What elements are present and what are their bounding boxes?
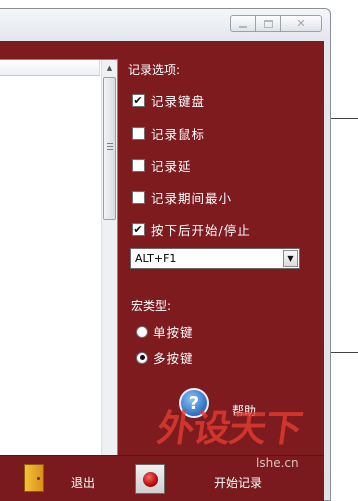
radio-label: 单按键 — [153, 325, 194, 340]
checkbox-box[interactable] — [132, 191, 145, 204]
minimize-icon — [239, 25, 247, 28]
vertical-scrollbar[interactable]: ▲ ▼ — [101, 60, 117, 491]
radio-single-key[interactable]: 单按键 — [136, 322, 194, 341]
checkbox-record-keyboard[interactable]: ✔ 记录键盘 — [132, 91, 205, 110]
radio-label: 多按键 — [153, 351, 194, 366]
close-icon: ✕ — [296, 17, 306, 30]
watermark-url: lshe.cn — [256, 456, 299, 470]
checkbox-label: 按下后开始/停止 — [151, 223, 251, 238]
checkbox-label: 记录延 — [151, 159, 192, 174]
checkbox-record-delay[interactable]: 记录延 — [132, 156, 192, 175]
maximize-button[interactable] — [255, 15, 281, 32]
checkbox-label: 记录鼠标 — [151, 127, 206, 142]
checkbox-press-start-stop[interactable]: ✔ 按下后开始/停止 — [132, 220, 251, 239]
divider-line — [330, 352, 358, 353]
caption-buttons: ✕ — [230, 15, 322, 32]
checkbox-minimize-during-record[interactable]: 记录期间最小 — [132, 188, 232, 207]
arrow-up-icon: ▲ — [106, 64, 113, 72]
checkbox-label: 记录键盘 — [151, 94, 206, 109]
hotkey-value: ALT+F1 — [135, 252, 177, 265]
scroll-thumb[interactable] — [103, 77, 116, 220]
scroll-up-button[interactable]: ▲ — [102, 60, 117, 76]
exit-door-icon[interactable] — [24, 464, 44, 492]
divider-line — [330, 118, 358, 119]
macro-type-title: 宏类型: — [131, 299, 172, 313]
grip-icon — [107, 143, 113, 150]
minimize-button[interactable] — [230, 15, 256, 32]
radio-selected-dot — [139, 355, 145, 360]
list-header[interactable] — [0, 60, 100, 76]
checkbox-box[interactable] — [132, 127, 145, 140]
options-title: 记录选项: — [128, 63, 181, 77]
exit-button-label[interactable]: 退出 — [71, 474, 95, 491]
checkbox-box[interactable]: ✔ — [132, 94, 145, 107]
checkbox-label: 记录期间最小 — [151, 191, 233, 206]
checkbox-box[interactable]: ✔ — [132, 223, 145, 236]
hotkey-select[interactable]: ALT+F1 ▼ — [130, 248, 300, 269]
record-button[interactable] — [135, 464, 165, 494]
watermark-logo: 外设天下 — [154, 406, 305, 450]
checkbox-record-mouse[interactable]: 记录鼠标 — [132, 124, 205, 143]
maximize-icon — [263, 19, 273, 28]
checkbox-box[interactable] — [132, 159, 145, 172]
radio-multi-key[interactable]: 多按键 — [136, 348, 194, 367]
record-list[interactable]: ▲ ▼ — [0, 59, 118, 492]
close-button[interactable]: ✕ — [280, 15, 322, 32]
dropdown-button[interactable]: ▼ — [283, 250, 298, 267]
record-icon — [142, 471, 158, 487]
chevron-down-icon: ▼ — [287, 254, 294, 263]
radio-button[interactable] — [136, 325, 148, 338]
radio-button[interactable] — [136, 351, 148, 364]
record-button-label[interactable]: 开始记录 — [214, 474, 262, 491]
